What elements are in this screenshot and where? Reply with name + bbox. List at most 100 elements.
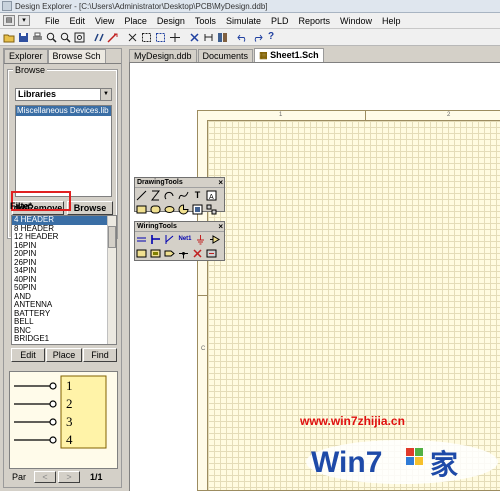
sheet-entry-icon[interactable] — [150, 248, 161, 259]
drawing-tools-toolbar: DrawingTools × T A — [134, 177, 225, 215]
tab-explorer[interactable]: Explorer — [4, 49, 48, 63]
wiring-tools-toolbar: WiringTools × Net1 — [134, 221, 225, 261]
rounded-rect-icon[interactable] — [150, 204, 161, 215]
row-marker: C — [201, 346, 206, 352]
column-divider — [365, 110, 366, 120]
undo-icon[interactable] — [237, 31, 249, 43]
net-label-icon[interactable]: Net1 — [178, 234, 192, 245]
title-bar: Design Explorer - [C:\Users\Administrato… — [0, 0, 500, 13]
tab-documents[interactable]: Documents — [197, 49, 254, 62]
document-tabs: MyDesign.ddb Documents ▦ Sheet1.Sch — [129, 48, 500, 63]
browse-button[interactable]: Browse — [67, 201, 113, 215]
ellipse-icon[interactable] — [164, 204, 175, 215]
deselect-icon[interactable] — [155, 31, 167, 43]
component-list[interactable]: 4 HEADER 8 HEADER 12 HEADER 16PIN 20PIN … — [11, 215, 117, 345]
library-icon[interactable] — [217, 31, 229, 43]
watermark-url: www.win7zhijia.cn — [300, 414, 405, 428]
cut-icon[interactable] — [127, 31, 139, 43]
zoom-in-icon[interactable] — [45, 31, 57, 43]
browse-group: Browse Libraries ▼ Miscellaneous Devices… — [7, 65, 118, 239]
tab-mydesign[interactable]: MyDesign.ddb — [129, 49, 197, 62]
polygon-icon[interactable] — [150, 190, 161, 201]
close-icon[interactable]: × — [218, 222, 223, 232]
place-button[interactable]: Place — [46, 348, 82, 362]
close-icon[interactable]: × — [218, 178, 223, 188]
menu-reports[interactable]: Reports — [293, 16, 335, 26]
svg-text:A: A — [209, 194, 214, 201]
browse-type-dropdown[interactable]: Libraries ▼ — [15, 88, 112, 101]
hierarchy-icon[interactable] — [203, 31, 215, 43]
save-icon[interactable] — [17, 31, 29, 43]
cross-icon[interactable] — [189, 31, 201, 43]
print-icon[interactable] — [31, 31, 43, 43]
part-next-button[interactable]: > — [58, 471, 80, 483]
text-icon[interactable]: T — [192, 190, 203, 201]
redo-icon[interactable] — [251, 31, 263, 43]
scrollbar-thumb[interactable] — [108, 226, 116, 248]
rectangle-icon[interactable] — [136, 204, 147, 215]
sheet-symbol-icon[interactable] — [136, 248, 147, 259]
tab-sheet1-label: Sheet1.Sch — [270, 50, 319, 60]
port-icon[interactable] — [164, 248, 175, 259]
part-label: Par — [12, 472, 27, 482]
menu-tools[interactable]: Tools — [190, 16, 221, 26]
wire-icon[interactable] — [136, 234, 147, 245]
wiring-tools-header[interactable]: WiringTools × — [135, 222, 224, 232]
component-list-scrollbar[interactable] — [107, 216, 116, 344]
menu-bar: ▤ ▾ File Edit View Place Design Tools Si… — [0, 13, 500, 29]
menu-view[interactable]: View — [90, 16, 119, 26]
tab-browse-sch[interactable]: Browse Sch — [47, 49, 106, 63]
move-icon[interactable] — [169, 31, 181, 43]
watermark-suffix: 家 — [430, 448, 458, 481]
edit-button[interactable]: Edit — [11, 348, 45, 362]
menu-design[interactable]: Design — [152, 16, 190, 26]
library-list[interactable]: Miscellaneous Devices.lib — [15, 105, 112, 197]
wiring-tools-title: WiringTools — [137, 223, 177, 230]
open-folder-icon[interactable] — [3, 31, 15, 43]
find-button[interactable]: Find — [83, 348, 117, 362]
main-toolbar: ? — [0, 29, 500, 46]
browse-type-value: Libraries — [18, 89, 57, 99]
image-icon[interactable] — [192, 204, 203, 215]
part-prev-button[interactable]: < — [34, 471, 56, 483]
pin-label: 3 — [66, 414, 73, 429]
zoom-out-icon[interactable] — [59, 31, 71, 43]
window-title: Design Explorer - [C:\Users\Administrato… — [15, 1, 268, 11]
menu-simulate[interactable]: Simulate — [221, 16, 266, 26]
help-icon[interactable]: ? — [265, 31, 277, 43]
bus-icon[interactable] — [150, 234, 161, 245]
menu-pld[interactable]: PLD — [266, 16, 294, 26]
menu-help[interactable]: Help — [377, 16, 406, 26]
drawing-tools-header[interactable]: DrawingTools × — [135, 178, 224, 188]
menu-place[interactable]: Place — [119, 16, 152, 26]
select-area-icon[interactable] — [141, 31, 153, 43]
pie-icon[interactable] — [178, 204, 189, 215]
no-erc-icon[interactable] — [192, 248, 203, 259]
line-icon[interactable] — [136, 190, 147, 201]
pin-label: 1 — [66, 378, 73, 393]
bezier-icon[interactable] — [178, 190, 189, 201]
menu-window[interactable]: Window — [335, 16, 377, 26]
filter-label: Filte* — [10, 201, 33, 211]
part-icon[interactable] — [209, 234, 220, 245]
power-port-icon[interactable] — [195, 234, 206, 245]
document-icon[interactable]: ▤ — [3, 15, 15, 26]
app-icon — [2, 1, 12, 11]
menu-edit[interactable]: Edit — [65, 16, 91, 26]
list-item[interactable]: BRIDGE1 — [12, 334, 116, 344]
junction-icon[interactable] — [178, 248, 189, 259]
arc-icon[interactable] — [164, 190, 175, 201]
array-icon[interactable] — [206, 204, 217, 215]
chevron-down-icon[interactable]: ▼ — [100, 89, 111, 100]
zoom-fit-icon[interactable] — [73, 31, 85, 43]
library-list-item[interactable]: Miscellaneous Devices.lib — [16, 106, 111, 116]
dropdown-arrow-icon[interactable]: ▾ — [18, 15, 30, 26]
pcb-layout-icon[interactable] — [206, 248, 217, 259]
cross-probe-icon[interactable] — [93, 31, 105, 43]
tab-sheet1[interactable]: ▦ Sheet1.Sch — [254, 48, 324, 62]
text-frame-icon[interactable]: A — [206, 190, 217, 201]
bus-entry-icon[interactable] — [164, 234, 175, 245]
header-symbol: 1 2 3 4 — [14, 375, 107, 449]
menu-file[interactable]: File — [40, 16, 65, 26]
wire-icon[interactable] — [107, 31, 119, 43]
